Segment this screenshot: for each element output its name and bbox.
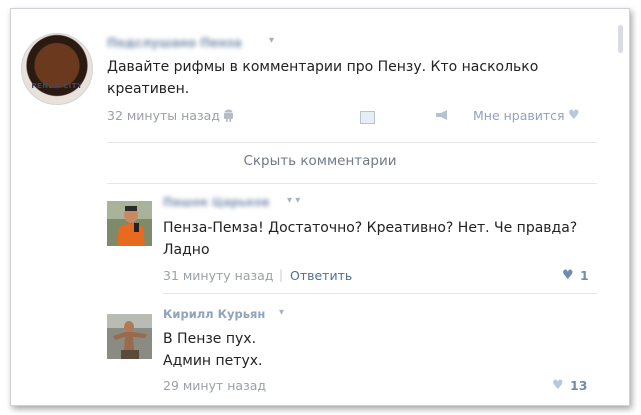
chevron-down-icon[interactable]: ▾ ▾ [287, 195, 300, 206]
post-timestamp[interactable]: 32 минуты назад [107, 108, 220, 123]
comment-timestamp[interactable]: 29 минут назад [163, 378, 266, 393]
share-icon[interactable] [360, 111, 375, 124]
divider [107, 183, 597, 184]
megaphone-icon[interactable] [435, 109, 449, 125]
comment-text-line: Админ петух. [163, 353, 263, 369]
comment-text: В Пензе пух. Админ петух. [163, 328, 262, 372]
like-count[interactable]: 1 [580, 268, 589, 283]
post-text-line: Давайте рифмы в комментарии про Пензу. К… [107, 59, 539, 75]
chevron-down-icon[interactable]: ▾ [279, 307, 284, 318]
divider [107, 142, 597, 143]
heart-icon[interactable]: ♥ [562, 268, 574, 283]
post-text: Давайте рифмы в комментарии про Пензу. К… [107, 56, 547, 100]
like-button[interactable]: Мне нравится [473, 108, 565, 123]
post-author[interactable]: Подслушано Пенза [107, 36, 242, 50]
divider [163, 293, 597, 294]
comment-text: Пенза-Пемза! Достаточно? Креативно? Нет.… [163, 217, 577, 261]
comment-timestamp[interactable]: 31 минуту назад [163, 268, 273, 283]
group-avatar[interactable]: PENZA CITY [21, 33, 93, 105]
post-text-line: креативен. [107, 81, 190, 97]
group-avatar-label: PENZA CITY [31, 82, 83, 90]
commenter-avatar[interactable] [107, 201, 152, 246]
comment-text-line: В Пензе пух. [163, 331, 257, 347]
meta-separator: | [279, 268, 284, 282]
android-icon [223, 109, 234, 125]
comment-author[interactable]: Кирилл Курьян [163, 307, 265, 321]
comment-text-line: Ладно [163, 242, 210, 258]
comment-text-line: Пенза-Пемза! Достаточно? Креативно? Нет.… [163, 220, 578, 236]
heart-icon[interactable]: ♥ [552, 378, 564, 393]
chevron-down-icon[interactable]: ▾ [269, 35, 274, 46]
like-count[interactable]: 13 [570, 378, 587, 393]
heart-icon[interactable]: ♥ [568, 108, 580, 123]
scrollbar[interactable] [618, 25, 623, 53]
hide-comments-link[interactable]: Скрыть комментарии [11, 153, 629, 169]
commenter-avatar[interactable] [107, 314, 152, 359]
vk-post-card: PENZA CITY Подслушано Пенза ▾ Давайте ри… [10, 8, 630, 406]
comment-author[interactable]: Пашок Царьков [163, 195, 269, 209]
reply-button[interactable]: Ответить [290, 268, 352, 283]
